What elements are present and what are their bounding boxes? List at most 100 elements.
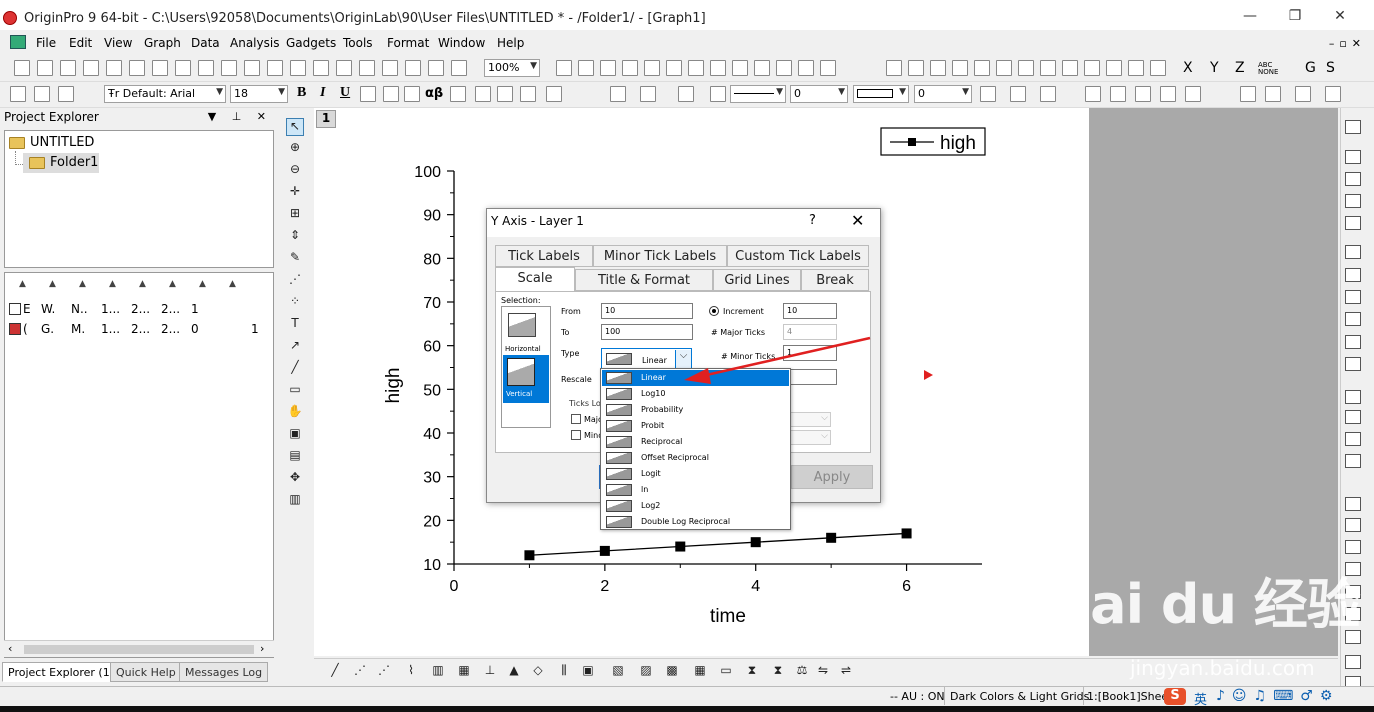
toolbar2-icon[interactable] — [1010, 86, 1026, 102]
plot-type-icon[interactable]: ⋰ — [376, 663, 392, 679]
plot-type-icon[interactable]: ▣ — [580, 663, 596, 679]
menu-format[interactable]: Format — [387, 36, 429, 50]
tab-title-format[interactable]: Title & Format — [575, 269, 713, 291]
menu-help[interactable]: Help — [497, 36, 524, 50]
toolbar1-icon[interactable] — [1128, 60, 1144, 76]
menu-analysis[interactable]: Analysis — [230, 36, 279, 50]
tab-tick-labels[interactable]: Tick Labels — [495, 245, 593, 267]
plot-type-icon[interactable]: ▩ — [664, 663, 680, 679]
graph-format-icon[interactable] — [1345, 312, 1361, 326]
col-g-button[interactable]: G — [1305, 60, 1316, 76]
dropdown-option[interactable]: Reciprocal — [602, 434, 789, 450]
data-selector-icon[interactable]: ⇕ — [286, 228, 304, 246]
draw-data-icon[interactable]: ✎ — [286, 250, 304, 268]
graph-format-icon[interactable] — [1345, 172, 1361, 186]
series-line-0[interactable] — [529, 532, 907, 556]
data-reader-icon[interactable]: ⊞ — [286, 206, 304, 224]
toolbar1-icon[interactable] — [996, 60, 1012, 76]
toolbar1-icon[interactable] — [451, 60, 467, 76]
regional-mask-icon[interactable]: ⋰ — [286, 272, 304, 290]
toolbar1-icon[interactable] — [152, 60, 168, 76]
tree-root-untitled[interactable]: UNTITLED — [30, 135, 94, 150]
text-tool-icon[interactable]: T — [286, 316, 304, 334]
legend-box[interactable]: high — [880, 127, 986, 156]
rescale-margin-input[interactable] — [783, 369, 837, 385]
toolbar2-icon[interactable] — [546, 86, 562, 102]
toolbar1-icon[interactable] — [886, 60, 902, 76]
toolbar2-icon[interactable] — [520, 86, 536, 102]
toolbar1-icon[interactable] — [290, 60, 306, 76]
toolbar1-icon[interactable] — [930, 60, 946, 76]
graph-format-icon[interactable] — [1345, 518, 1361, 532]
column-sort-icon[interactable]: ▲ — [19, 279, 26, 289]
underline-button[interactable]: U — [340, 85, 350, 101]
scroll-left-icon[interactable]: ‹ — [8, 642, 12, 655]
toolbar1-icon[interactable] — [14, 60, 30, 76]
screen-reader-icon[interactable]: ✛ — [286, 184, 304, 202]
toolbar1-icon[interactable] — [578, 60, 594, 76]
dialog-help-button[interactable]: ? — [809, 213, 816, 228]
toolbar1-icon[interactable] — [710, 60, 726, 76]
menu-window[interactable]: Window — [438, 36, 485, 50]
graph-format-icon[interactable] — [1345, 245, 1361, 259]
graph-format-icon[interactable] — [1345, 268, 1361, 282]
column-sort-icon[interactable]: ▲ — [169, 279, 176, 289]
plot-type-icon[interactable]: ▦ — [456, 663, 472, 679]
toolbar2-icon[interactable] — [678, 86, 694, 102]
data-point[interactable] — [524, 550, 535, 561]
abc-none-button[interactable]: ABC NONE — [1258, 62, 1280, 76]
graph-format-icon[interactable] — [1345, 216, 1361, 230]
tab-messages-log[interactable]: Messages Log — [179, 662, 269, 682]
x-axis-title[interactable]: time — [710, 606, 746, 627]
data-point[interactable] — [826, 532, 837, 543]
toolbar2-icon[interactable] — [1325, 86, 1341, 102]
toolbar1-icon[interactable] — [405, 60, 421, 76]
mdi-window-buttons[interactable]: –▫✕ — [1329, 37, 1366, 50]
graph-format-icon[interactable] — [1345, 655, 1361, 669]
increment-radio[interactable] — [709, 306, 719, 316]
toolbar2-icon[interactable] — [10, 86, 26, 102]
toolbar1-icon[interactable] — [1150, 60, 1166, 76]
origin-app-icon[interactable] — [3, 11, 17, 25]
toolbar2-icon[interactable] — [610, 86, 626, 102]
data-point[interactable] — [599, 545, 610, 556]
font-size-combo[interactable]: 18 ▼ — [230, 85, 288, 103]
toolbar1-icon[interactable] — [83, 60, 99, 76]
type-combo[interactable]: Linear ⌵ — [601, 348, 692, 370]
graph-format-icon[interactable] — [1345, 120, 1361, 134]
data-point[interactable] — [901, 528, 912, 539]
from-input[interactable]: 10 — [601, 303, 693, 319]
tab-custom-tick-labels[interactable]: Custom Tick Labels — [727, 245, 869, 267]
move-tool-icon[interactable]: ✥ — [286, 470, 304, 488]
toolbar2-icon[interactable] — [58, 86, 74, 102]
toolbar1-icon[interactable] — [313, 60, 329, 76]
dropdown-option[interactable]: Double Log Reciprocal — [602, 514, 789, 530]
toolbar1-icon[interactable] — [820, 60, 836, 76]
plot-type-icon[interactable]: ⫼ — [556, 663, 572, 679]
close-window-button[interactable]: ✕ — [1320, 8, 1360, 28]
toolbar2-icon[interactable] — [1265, 86, 1281, 102]
tab-project-explorer[interactable]: Project Explorer (1) — [2, 662, 121, 682]
toolbar1-icon[interactable] — [198, 60, 214, 76]
plot-type-icon[interactable]: ▨ — [638, 663, 654, 679]
project-tree[interactable]: UNTITLED Folder1 — [4, 130, 274, 268]
graph-format-icon[interactable] — [1345, 497, 1361, 511]
font-combo[interactable]: Ŧr Default: Arial ▼ — [104, 85, 226, 103]
toolbar1-icon[interactable] — [1106, 60, 1122, 76]
dropdown-option[interactable]: ln — [602, 482, 789, 498]
table-row[interactable]: E W. N.. 1... 2... 2... 1 — [5, 301, 273, 319]
tab-scale[interactable]: Scale — [495, 267, 575, 292]
dropdown-option[interactable]: Log10 — [602, 386, 789, 402]
apply-button[interactable]: Apply — [791, 465, 873, 489]
toolbar1-icon[interactable] — [129, 60, 145, 76]
graph-format-icon[interactable] — [1345, 357, 1361, 371]
tab-quick-help[interactable]: Quick Help — [110, 662, 182, 682]
toolbar1-icon[interactable] — [666, 60, 682, 76]
toolbar2-icon[interactable] — [1160, 86, 1176, 102]
plot-type-icon[interactable]: ╱ — [327, 663, 343, 679]
toolbar1-icon[interactable] — [1018, 60, 1034, 76]
toolbar2-icon[interactable] — [1185, 86, 1201, 102]
menu-data[interactable]: Data — [191, 36, 220, 50]
toolbar1-icon[interactable] — [600, 60, 616, 76]
toolbar2-icon[interactable] — [710, 86, 726, 102]
